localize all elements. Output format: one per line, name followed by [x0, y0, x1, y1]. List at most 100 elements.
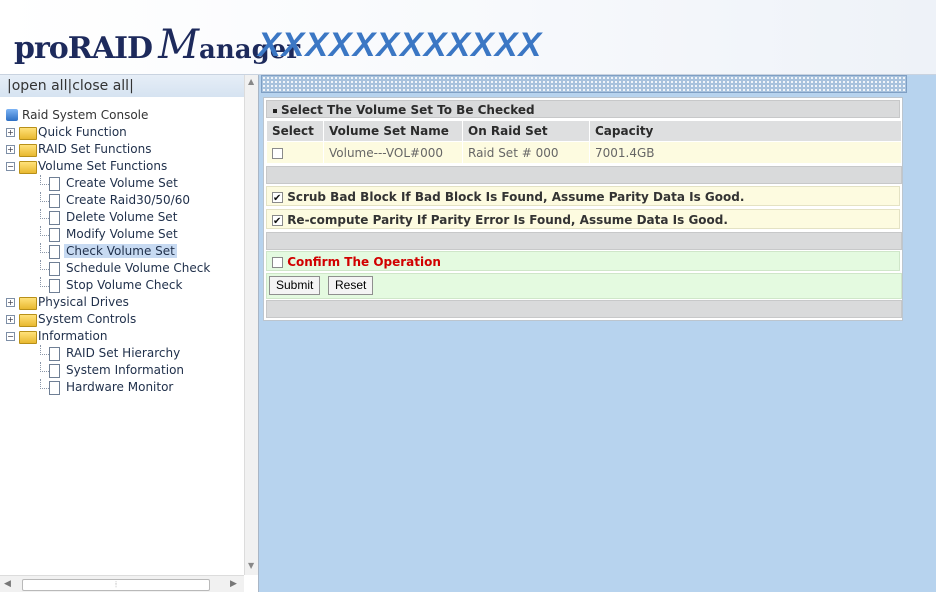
tree-item-label: Create Raid30/50/60 [66, 193, 190, 207]
panel-title: Select The Volume Set To Be Checked [281, 103, 535, 117]
table-row: Volume---VOL#000 Raid Set # 000 7001.4GB [266, 141, 902, 164]
scroll-left-arrow-icon[interactable]: ◀ [4, 579, 11, 589]
check-volume-set-panel: Select The Volume Set To Be Checked Sele… [263, 97, 903, 321]
open-all-link[interactable]: open all [12, 78, 68, 94]
tree-root-label: Raid System Console [22, 108, 149, 122]
tree-item-delete-volume-set[interactable]: Delete Volume Set [6, 209, 212, 226]
tree-item-create-volume-set[interactable]: Create Volume Set [6, 175, 212, 192]
collapse-minus-icon[interactable]: − [6, 332, 15, 341]
tree-connector [40, 277, 49, 287]
tree-item-system-information[interactable]: System Information [6, 362, 212, 379]
expand-plus-icon[interactable]: + [6, 145, 15, 154]
col-capacity: Capacity [589, 120, 902, 142]
scroll-down-arrow-icon[interactable]: ▼ [248, 561, 254, 570]
tree-folder-raid-set-functions[interactable]: + RAID Set Functions [6, 141, 212, 158]
recompute-parity-checkbox[interactable] [272, 212, 283, 232]
document-icon [49, 279, 60, 293]
document-icon [49, 177, 60, 191]
separator: | [129, 78, 134, 94]
tree-item-hardware-monitor[interactable]: Hardware Monitor [6, 379, 212, 396]
nav-horizontal-scrollbar[interactable]: ◀ ⦙ ▶ [0, 575, 244, 592]
volume-select-checkbox[interactable] [272, 147, 283, 159]
logo-text-pro: proRAID [14, 31, 153, 66]
panel-title-bar: Select The Volume Set To Be Checked [266, 100, 900, 118]
tree-connector [40, 260, 49, 270]
close-all-link[interactable]: close all [72, 78, 129, 94]
tree-connector [40, 209, 49, 219]
tree-item-stop-volume-check[interactable]: Stop Volume Check [6, 277, 212, 294]
tree-folder-quick-function[interactable]: + Quick Function [6, 124, 212, 141]
tree-item-check-volume-set[interactable]: Check Volume Set [6, 243, 212, 260]
tree-folder-volume-set-functions[interactable]: − Volume Set Functions [6, 158, 212, 175]
tree-item-label: Information [38, 329, 108, 343]
tree-folder-system-controls[interactable]: + System Controls [6, 311, 212, 328]
expand-plus-icon[interactable]: + [6, 298, 15, 307]
capacity-cell: 7001.4GB [589, 141, 902, 164]
tree-item-label: Create Volume Set [66, 176, 178, 190]
folder-open-icon [19, 161, 37, 174]
document-icon [49, 228, 60, 242]
folder-icon [19, 314, 37, 327]
confirm-operation-checkbox[interactable] [272, 257, 283, 268]
scroll-up-arrow-icon[interactable]: ▲ [248, 77, 254, 86]
tree-connector [40, 379, 49, 389]
tree-item-modify-volume-set[interactable]: Modify Volume Set [6, 226, 212, 243]
volume-name-cell: Volume---VOL#000 [323, 141, 463, 164]
app-header: proRAID M anager XXXXXXXXXXXX [0, 0, 936, 75]
submit-button[interactable]: Submit [269, 276, 321, 295]
recompute-parity-label: Re-compute Parity If Parity Error Is Fou… [287, 213, 728, 227]
document-icon [49, 262, 60, 276]
tree-item-create-raid30-50-60[interactable]: Create Raid30/50/60 [6, 192, 212, 209]
nav-vertical-scrollbar[interactable]: ▲ ▼ [244, 75, 258, 575]
computer-icon [6, 109, 18, 121]
volume-set-table: Select Volume Set Name On Raid Set Capac… [266, 120, 902, 164]
tree-folder-information[interactable]: − Information [6, 328, 212, 345]
tree-connector [40, 345, 49, 355]
tree-item-label: RAID Set Hierarchy [66, 346, 181, 360]
document-icon [49, 381, 60, 395]
logo-text-m: M [158, 22, 200, 68]
tree-connector [40, 243, 49, 253]
tree-connector [40, 226, 49, 236]
section-divider [266, 300, 902, 318]
tree-item-label: Modify Volume Set [66, 227, 178, 241]
tree-item-label: System Information [66, 363, 185, 377]
section-divider [266, 232, 902, 250]
select-cell [266, 141, 324, 164]
document-icon [49, 364, 60, 378]
tree-item-label: Quick Function [38, 125, 127, 139]
content-top-strip [261, 75, 907, 93]
tree-connector [40, 192, 49, 202]
tree-item-label: Stop Volume Check [66, 278, 183, 292]
tree-item-label: Schedule Volume Check [66, 261, 211, 275]
reset-button[interactable]: Reset [328, 276, 374, 295]
tree-connector [40, 175, 49, 185]
folder-open-icon [19, 331, 37, 344]
folder-icon [19, 144, 37, 157]
expand-plus-icon[interactable]: + [6, 315, 15, 324]
collapse-minus-icon[interactable]: − [6, 162, 15, 171]
scroll-right-arrow-icon[interactable]: ▶ [230, 579, 237, 589]
tree-toggles: |open all|close all| [0, 75, 251, 97]
document-icon [49, 211, 60, 225]
tree-root[interactable]: Raid System Console [6, 107, 212, 124]
recompute-parity-option: Re-compute Parity If Parity Error Is Fou… [266, 209, 900, 232]
scrub-bad-block-checkbox[interactable] [272, 189, 283, 209]
tree-item-schedule-volume-check[interactable]: Schedule Volume Check [6, 260, 212, 277]
tree-item-label: Hardware Monitor [66, 380, 174, 394]
main-content: Select The Volume Set To Be Checked Sele… [259, 75, 936, 592]
tree-item-label: Delete Volume Set [66, 210, 178, 224]
col-select: Select [266, 120, 324, 142]
raid-set-cell: Raid Set # 000 [462, 141, 590, 164]
scrub-bad-block-option: Scrub Bad Block If Bad Block Is Found, A… [266, 186, 900, 209]
tree-item-label: Check Volume Set [64, 244, 177, 258]
bullet-icon [273, 108, 277, 113]
tree-item-raid-set-hierarchy[interactable]: RAID Set Hierarchy [6, 345, 212, 362]
col-on-raid-set: On Raid Set [462, 120, 590, 142]
table-header-row: Select Volume Set Name On Raid Set Capac… [266, 120, 902, 142]
section-divider [266, 166, 902, 184]
col-volume-set-name: Volume Set Name [323, 120, 463, 142]
scrollbar-thumb[interactable]: ⦙ [22, 579, 210, 591]
expand-plus-icon[interactable]: + [6, 128, 15, 137]
tree-folder-physical-drives[interactable]: + Physical Drives [6, 294, 212, 311]
